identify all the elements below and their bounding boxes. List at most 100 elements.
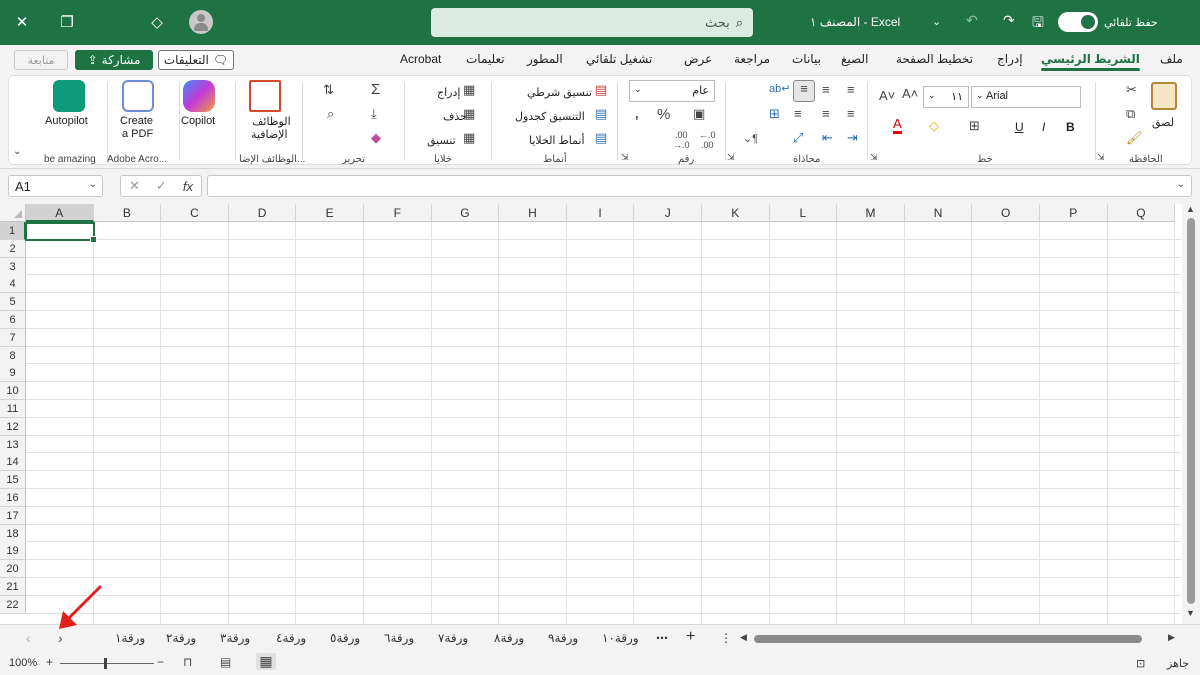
enter-icon[interactable]: ✓ [156,178,167,194]
row-header-15[interactable]: 15 [0,471,26,490]
select-all-button[interactable] [0,204,26,222]
decrease-font-size-icon[interactable]: A˅ [879,88,895,103]
underline-button[interactable]: U [1015,120,1024,134]
column-header-d[interactable]: D [228,204,297,222]
clear-icon[interactable]: ◆ [371,130,381,146]
addins-label-1[interactable]: الوظائف [252,115,291,128]
insert-cells-button[interactable]: إدراج [437,86,460,99]
row-header-5[interactable]: 5 [0,293,26,312]
row-header-4[interactable]: 4 [0,275,26,294]
decrease-decimal-icon[interactable]: .00 →.0 [673,130,690,150]
accessibility-icon[interactable]: ⊡ [1136,657,1145,670]
undo-icon[interactable]: ↶ [966,12,978,29]
tab-home[interactable]: الشريط الرئيسي [1041,52,1140,71]
scroll-sheets-left-icon[interactable]: ‹ [26,630,31,646]
row-header-21[interactable]: 21 [0,578,26,596]
close-icon[interactable]: ✕ [10,11,34,33]
customize-qat-icon[interactable]: ⌄ [932,15,941,28]
alignment-dialog-icon[interactable]: ⇲ [870,152,878,163]
sheet-tab-4[interactable]: ورقة٤ [276,631,306,645]
column-header-p[interactable]: P [1040,204,1108,222]
row-header-10[interactable]: 10 [0,382,26,401]
format-as-table-button[interactable]: التنسيق كجدول [515,110,585,123]
sheet-tab-2[interactable]: ورقة٢ [166,631,196,645]
align-left-icon[interactable]: ≡ [847,106,855,121]
column-header-l[interactable]: L [769,204,838,222]
formula-input[interactable]: ⌄ [207,175,1192,197]
avatar[interactable] [189,10,213,34]
add-sheet-button[interactable]: + [686,628,695,646]
zoom-in-icon[interactable]: + [46,655,53,669]
tab-help[interactable]: تعليمات [466,52,505,66]
column-header-a[interactable]: A [26,204,94,222]
addins-icon[interactable] [249,80,281,112]
row-header-14[interactable]: 14 [0,453,26,472]
align-right-icon[interactable]: ≡ [794,106,802,121]
row-header-22[interactable]: 22 [0,595,26,614]
increase-indent-icon[interactable]: ⇥ [847,130,858,146]
row-header-7[interactable]: 7 [0,328,26,347]
autosum-icon[interactable]: Σ [371,81,380,98]
bold-button[interactable]: B [1066,120,1075,134]
row-header-20[interactable]: 20 [0,560,26,579]
format-painter-icon[interactable]: 🖌 [1126,130,1143,146]
align-center-icon[interactable]: ≡ [822,106,830,121]
column-header-g[interactable]: G [431,204,500,222]
font-size-select[interactable]: ⌄ ١١ [923,86,969,108]
column-header-f[interactable]: F [364,204,432,222]
row-header-2[interactable]: 2 [0,239,26,258]
row-header-1[interactable]: 1 [0,222,26,240]
column-header-h[interactable]: H [499,204,567,222]
zoom-slider[interactable] [60,658,154,669]
follow-button[interactable]: متابعة [14,50,68,70]
decrease-indent-icon[interactable]: ⇤ [822,130,833,146]
paste-icon[interactable] [1151,82,1177,110]
collapse-ribbon-icon[interactable]: ⌄ [13,146,21,157]
copilot-label[interactable]: Copilot [181,115,215,127]
horizontal-scrollbar[interactable]: ◀ ▶ [740,632,1180,646]
column-header-n[interactable]: N [904,204,973,222]
sheet-tab-9[interactable]: ورقة٩ [548,631,578,645]
zoom-slider-knob[interactable] [104,658,107,669]
sheet-tab-1[interactable]: ورقة١ [115,631,145,645]
column-header-j[interactable]: J [634,204,702,222]
tab-acrobat[interactable]: Acrobat [400,52,441,66]
scroll-right-icon[interactable]: ▶ [1168,632,1175,643]
row-header-3[interactable]: 3 [0,257,26,276]
align-top-icon[interactable]: ≡ [793,80,815,102]
vertical-scroll-thumb[interactable] [1187,218,1195,604]
fill-icon[interactable]: ⤓ [371,106,377,122]
number-format-select[interactable]: ⌄ عام [629,80,715,102]
wrap-text-icon[interactable]: ab↵ [769,82,790,95]
row-header-17[interactable]: 17 [0,506,26,525]
sheet-tab-5[interactable]: ورقة٥ [330,631,360,645]
borders-icon[interactable]: ⊞ [969,118,980,134]
vertical-scrollbar[interactable]: ▲ ▼ [1182,204,1200,624]
autopilot-icon[interactable] [53,80,85,112]
selected-cell-a1[interactable] [25,222,97,243]
row-header-6[interactable]: 6 [0,311,26,329]
scroll-left-icon[interactable]: ◀ [740,632,747,643]
conditional-format-button[interactable]: تنسيق شرطي [527,86,592,99]
align-bottom-icon[interactable]: ≡ [847,82,855,97]
row-header-16[interactable]: 16 [0,489,26,507]
tab-page-layout[interactable]: تخطيط الصفحة [896,52,973,66]
sheet-tab-7[interactable]: ورقة٧ [438,631,468,645]
row-header-11[interactable]: 11 [0,400,26,418]
sort-filter-icon[interactable]: ⇅ [323,82,334,98]
font-dialog-icon[interactable]: ⇲ [1097,152,1105,163]
column-header-e[interactable]: E [296,204,364,222]
row-header-12[interactable]: 12 [0,417,26,436]
search-input[interactable]: بحث ⌕ [431,8,753,37]
autosave-toggle[interactable] [1058,12,1098,32]
row-header-19[interactable]: 19 [0,542,26,561]
percent-icon[interactable]: % [657,106,670,123]
autopilot-label[interactable]: Autopilot [45,115,88,127]
tab-developer[interactable]: المطور [527,52,563,66]
tab-formulas[interactable]: الصيغ [841,52,868,66]
addins-label-2[interactable]: الإضافية [251,128,288,141]
orientation-icon[interactable]: ⤢ [793,130,803,146]
copilot-icon[interactable] [183,80,215,112]
column-header-b[interactable]: B [93,204,162,222]
column-header-q[interactable]: Q [1107,204,1176,222]
